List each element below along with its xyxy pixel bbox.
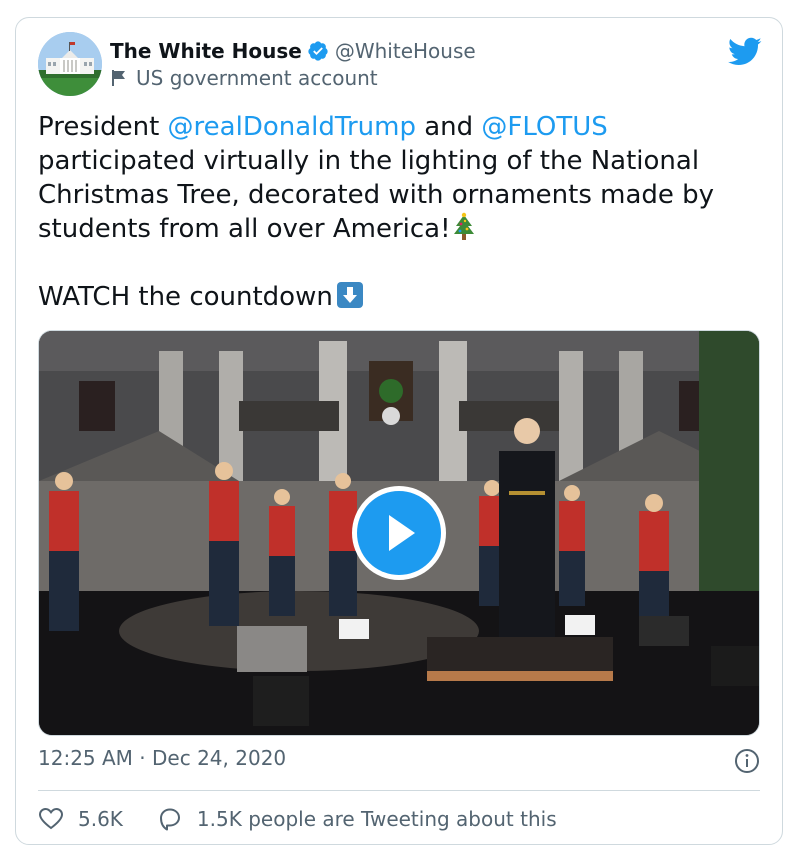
government-account-label: US government account xyxy=(136,66,378,90)
reply-count-text: 1.5K people are Tweeting about this xyxy=(196,807,557,831)
tweet-time: 12:25 AM xyxy=(38,746,133,770)
white-house-avatar[interactable] xyxy=(38,32,102,96)
divider xyxy=(38,790,760,791)
tweet-paragraph-2: WATCH the countdown xyxy=(38,280,758,314)
like-count: 5.6K xyxy=(78,807,123,831)
white-house-icon xyxy=(38,32,102,96)
tweet-date: Dec 24, 2020 xyxy=(152,746,287,770)
play-button[interactable] xyxy=(352,486,446,580)
tweet-paragraph-1: President @realDonaldTrump and @FLOTUS p… xyxy=(38,110,758,246)
author-handle[interactable]: @WhiteHouse xyxy=(335,39,476,63)
account-label-row: US government account xyxy=(110,65,378,91)
timestamp-separator: · xyxy=(139,746,146,770)
heart-icon xyxy=(38,807,64,830)
author-display-name[interactable]: The White House xyxy=(110,39,302,63)
tweet-card: The White House @WhiteHouse US governmen… xyxy=(15,17,783,845)
tweet-text: President @realDonaldTrump and @FLOTUS p… xyxy=(38,110,758,314)
down-arrow-emoji-icon xyxy=(336,282,363,308)
mention-realdonaldtrump[interactable]: @realDonaldTrump xyxy=(168,112,416,142)
play-icon xyxy=(389,515,415,551)
verified-badge-icon xyxy=(308,41,328,61)
like-button[interactable]: 5.6K xyxy=(38,806,123,832)
tweet-text-segment: and xyxy=(415,112,482,142)
video-player[interactable] xyxy=(38,330,760,736)
tweet-actions: 5.6K 1.5K people are Tweeting about this xyxy=(38,804,557,834)
mention-flotus[interactable]: @FLOTUS xyxy=(481,112,607,142)
reply-button[interactable]: 1.5K people are Tweeting about this xyxy=(157,806,557,832)
author-name-row: The White House @WhiteHouse xyxy=(110,38,476,64)
twitter-bird-icon[interactable] xyxy=(728,36,762,66)
tweet-text-segment: President xyxy=(38,112,168,142)
info-icon[interactable] xyxy=(734,748,760,774)
tweet-timestamp[interactable]: 12:25 AM · Dec 24, 2020 xyxy=(38,746,286,770)
christmas-tree-emoji-icon xyxy=(453,212,474,240)
tweet-text-segment: WATCH the countdown xyxy=(38,282,333,312)
flag-icon xyxy=(112,70,125,86)
tweet-text-segment: participated virtually in the lighting o… xyxy=(38,146,715,244)
speech-bubble-icon xyxy=(159,808,180,831)
